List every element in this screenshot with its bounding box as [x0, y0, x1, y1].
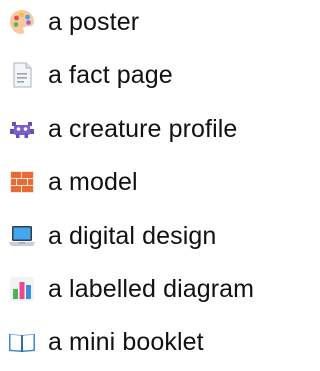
brick-icon [6, 166, 38, 198]
list-item-label: a mini booklet [48, 327, 204, 356]
list-item-label: a creature profile [48, 114, 238, 143]
list-item-labelled-diagram: a labelled diagram [0, 269, 309, 309]
open-book-icon [6, 326, 38, 358]
laptop-icon [6, 220, 38, 252]
bar-chart-icon [6, 273, 38, 305]
list-item-label: a poster [48, 7, 140, 36]
artist-palette-icon [6, 6, 38, 38]
output-options-list: a poster a fact page a creature profile … [0, 0, 309, 371]
list-item-label: a digital design [48, 221, 217, 250]
list-item-poster: a poster [0, 2, 309, 42]
list-item-label: a fact page [48, 60, 173, 89]
list-item-fact-page: a fact page [0, 55, 309, 95]
list-item-creature-profile: a creature profile [0, 109, 309, 149]
alien-monster-icon [6, 113, 38, 145]
list-item-digital-design: a digital design [0, 216, 309, 256]
list-item-label: a labelled diagram [48, 274, 255, 303]
list-item-model: a model [0, 162, 309, 202]
list-item-mini-booklet: a mini booklet [0, 322, 309, 362]
list-item-label: a model [48, 167, 138, 196]
page-facing-up-icon [6, 59, 38, 91]
